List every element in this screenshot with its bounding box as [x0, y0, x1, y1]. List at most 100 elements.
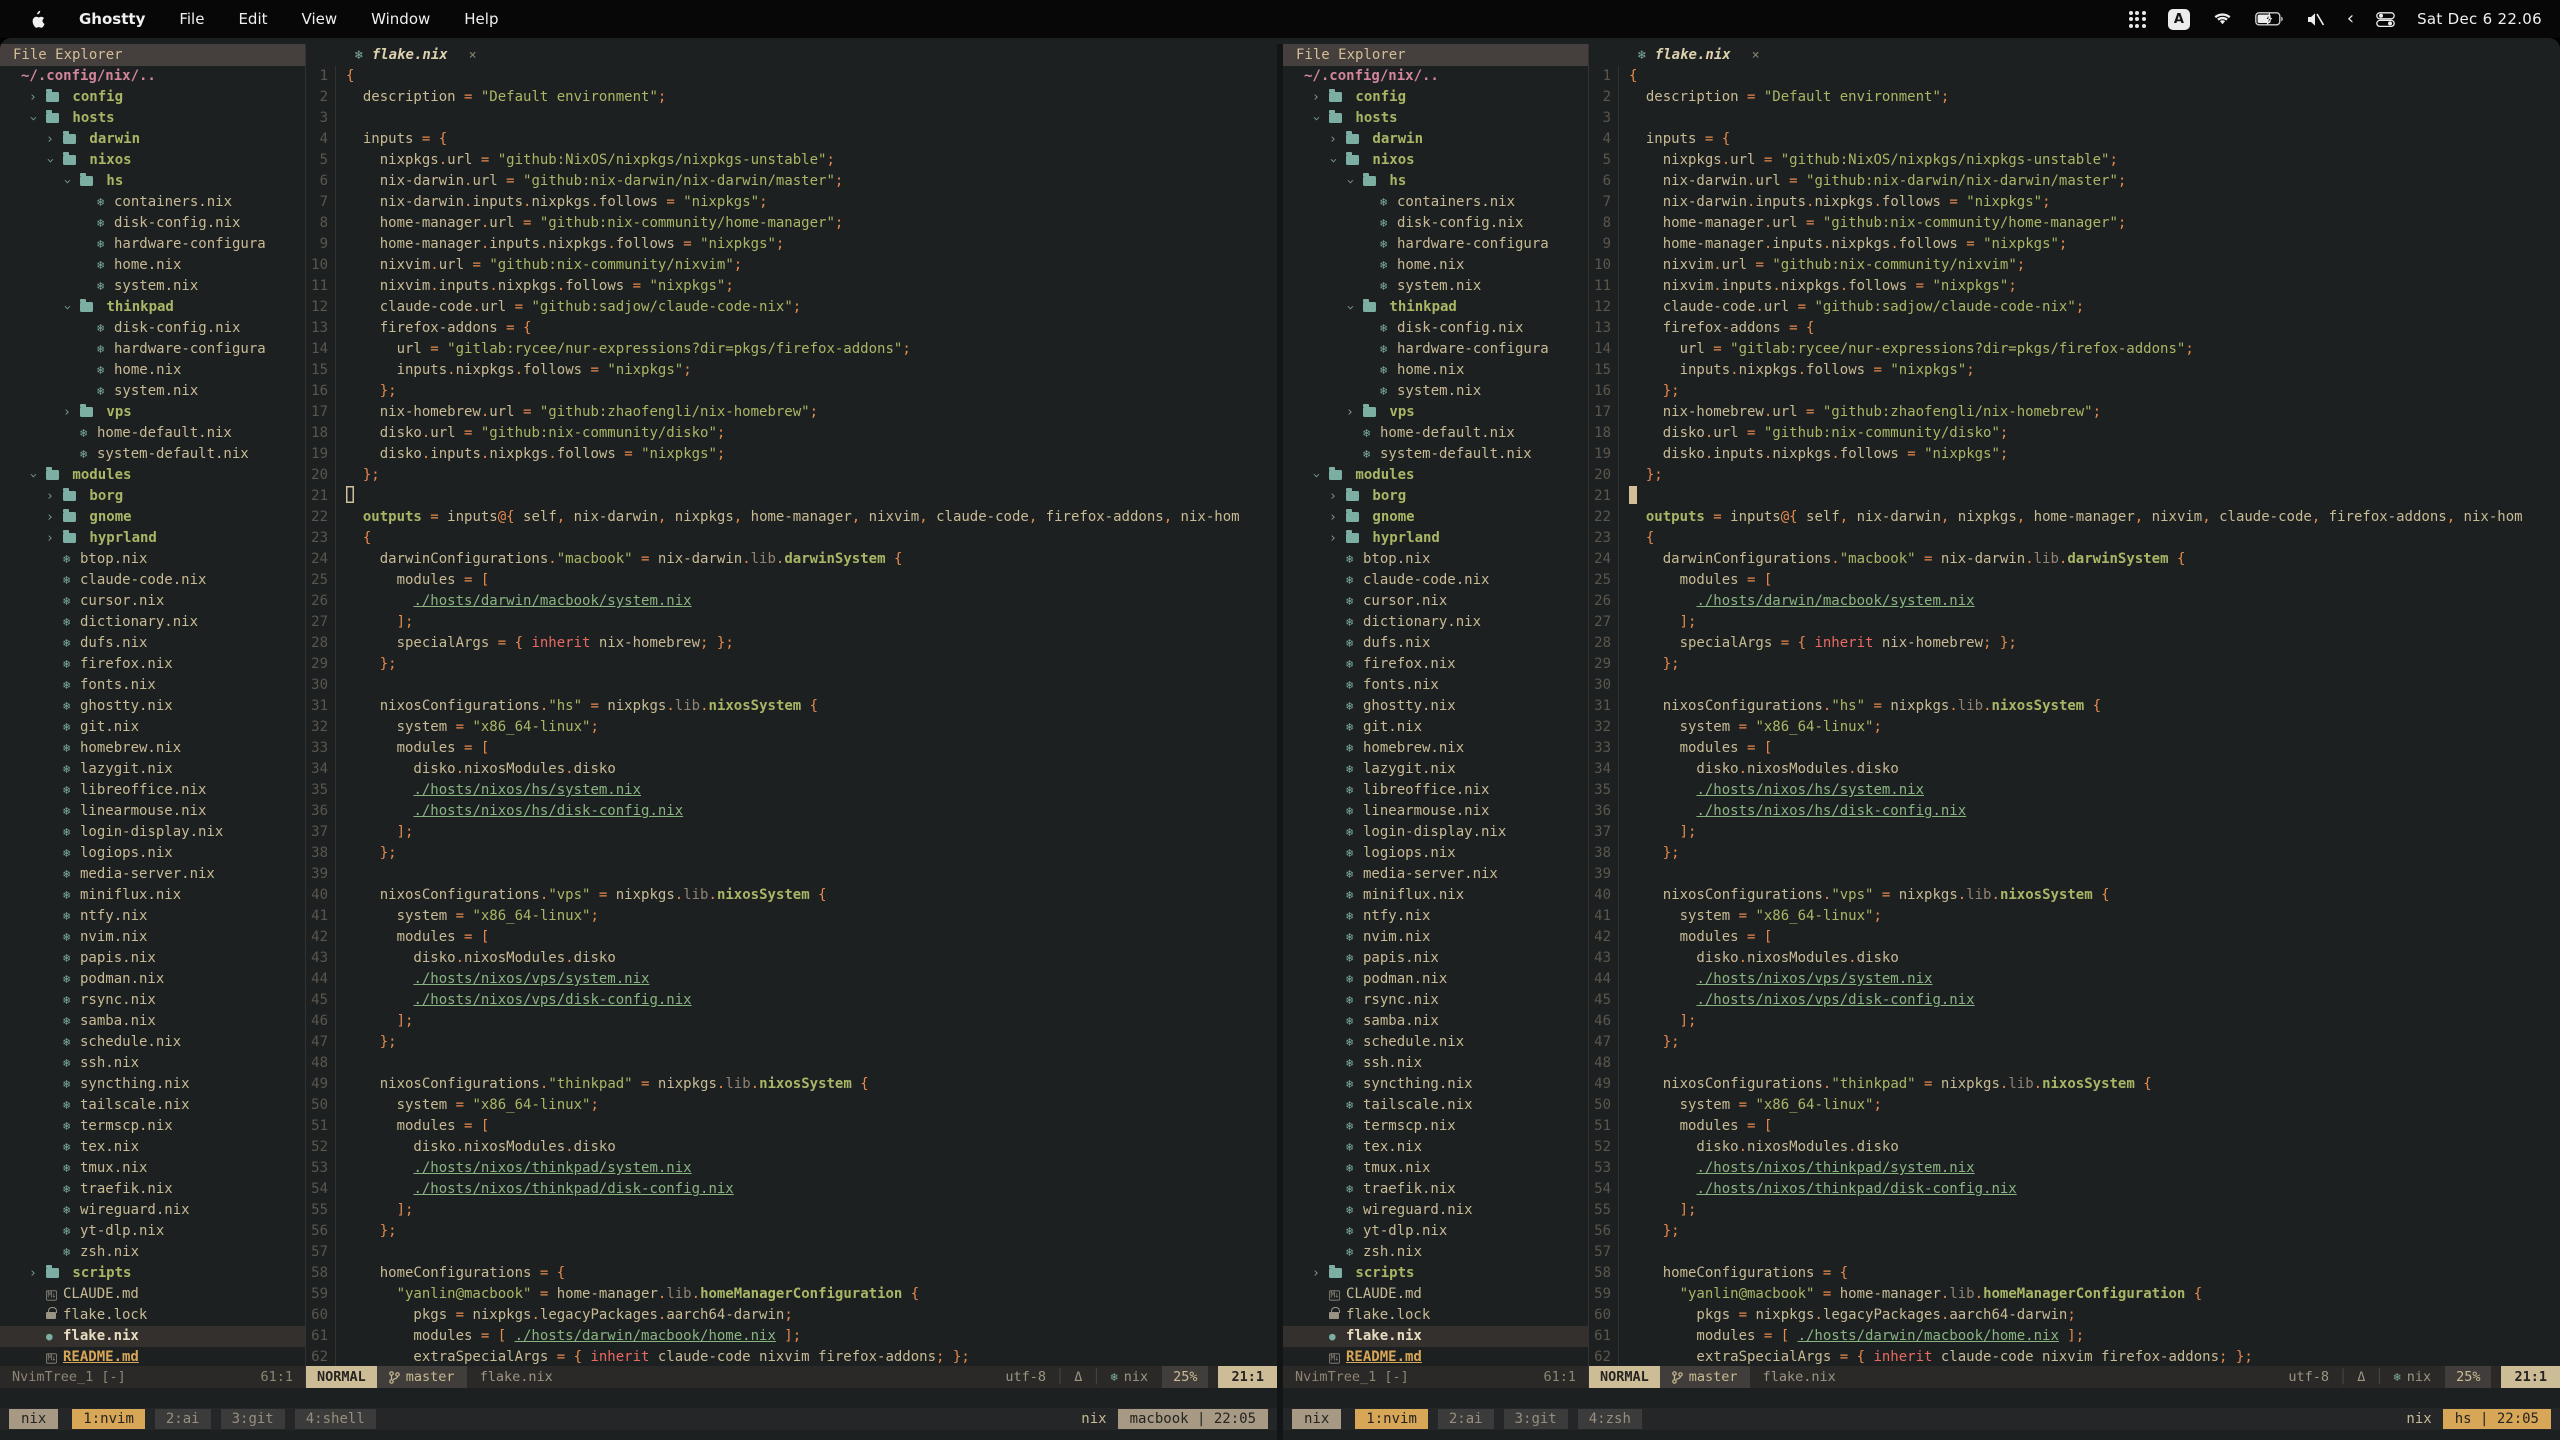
code-line[interactable]: 43 disko.nixosModules.disko	[306, 948, 1277, 969]
tree-item[interactable]: ❄homebrew.nix	[0, 738, 305, 759]
apps-grid-icon[interactable]	[2129, 11, 2146, 28]
tree-item[interactable]: ❄podman.nix	[0, 969, 305, 990]
code-line[interactable]: 15 inputs.nixpkgs.follows = "nixpkgs";	[306, 360, 1277, 381]
tree-item[interactable]: ❄ghostty.nix	[0, 696, 305, 717]
code-line[interactable]: 47 };	[1589, 1032, 2560, 1053]
tree-item[interactable]: ❄disk-config.nix	[1283, 213, 1588, 234]
tree-item[interactable]: ❄system-default.nix	[0, 444, 305, 465]
tree-item[interactable]: ❄home.nix	[0, 255, 305, 276]
tree-item[interactable]: ❄login-display.nix	[1283, 822, 1588, 843]
code-line[interactable]: 59 "yanlin@macbook" = home-manager.lib.h…	[1589, 1284, 2560, 1305]
code-line[interactable]: 22 outputs = inputs@{ self, nix-darwin, …	[1589, 507, 2560, 528]
code-line[interactable]: 27 ];	[306, 612, 1277, 633]
tree-item[interactable]: › gnome	[1283, 507, 1588, 528]
code-line[interactable]: 15 inputs.nixpkgs.follows = "nixpkgs";	[1589, 360, 2560, 381]
tree-item[interactable]: ❄lazygit.nix	[1283, 759, 1588, 780]
code-line[interactable]: 46 ];	[306, 1011, 1277, 1032]
tree-item[interactable]: › borg	[0, 486, 305, 507]
tree-item[interactable]: ❄traefik.nix	[0, 1179, 305, 1200]
tree-item[interactable]: ❄logiops.nix	[0, 843, 305, 864]
tmux-window-nvim[interactable]: 1:nvim	[72, 1409, 145, 1429]
code-line[interactable]: 34 disko.nixosModules.disko	[306, 759, 1277, 780]
code-line[interactable]: 26 ./hosts/darwin/macbook/system.nix	[1589, 591, 2560, 612]
code-line[interactable]: 51 modules = [	[306, 1116, 1277, 1137]
code-line[interactable]: 31 nixosConfigurations."hs" = nixpkgs.li…	[1589, 696, 2560, 717]
code-line[interactable]: 37 ];	[1589, 822, 2560, 843]
tree-item[interactable]: ❄linearmouse.nix	[1283, 801, 1588, 822]
terminal-pane-left[interactable]: File Explorer ❄ flake.nix × ~/.config/ni…	[0, 44, 1277, 1440]
tree-item[interactable]: ❄tex.nix	[0, 1137, 305, 1158]
tree-item[interactable]: ❄cursor.nix	[1283, 591, 1588, 612]
code-line[interactable]: 4 inputs = {	[306, 129, 1277, 150]
tree-item[interactable]: ❄system.nix	[1283, 381, 1588, 402]
tmux-window-shell[interactable]: 4:shell	[295, 1409, 376, 1429]
tree-item[interactable]: ❄tmux.nix	[0, 1158, 305, 1179]
menu-item-window[interactable]: Window	[371, 10, 430, 28]
tree-item[interactable]: ❄ghostty.nix	[1283, 696, 1588, 717]
tree-item[interactable]: › darwin	[0, 129, 305, 150]
tree-item[interactable]: ❄homebrew.nix	[1283, 738, 1588, 759]
tree-item[interactable]: ❄wireguard.nix	[1283, 1200, 1588, 1221]
tree-item[interactable]: ❄linearmouse.nix	[0, 801, 305, 822]
tree-item[interactable]: ❄dufs.nix	[0, 633, 305, 654]
tree-item[interactable]: › darwin	[1283, 129, 1588, 150]
menu-bar-clock[interactable]: Sat Dec 6 22.06	[2417, 10, 2542, 28]
tree-item[interactable]: ❄ntfy.nix	[1283, 906, 1588, 927]
code-line[interactable]: 52 disko.nixosModules.disko	[306, 1137, 1277, 1158]
tree-item[interactable]: ❄papis.nix	[0, 948, 305, 969]
code-line[interactable]: 22 outputs = inputs@{ self, nix-darwin, …	[306, 507, 1277, 528]
app-menu-title[interactable]: Ghostty	[79, 10, 145, 28]
tree-item[interactable]: ❄yt-dlp.nix	[1283, 1221, 1588, 1242]
tree-item[interactable]: ❄tailscale.nix	[0, 1095, 305, 1116]
tree-item[interactable]: ❄disk-config.nix	[0, 213, 305, 234]
tmux-window-nvim[interactable]: 1:nvim	[1355, 1409, 1428, 1429]
tree-item[interactable]: ❄rsync.nix	[1283, 990, 1588, 1011]
code-line[interactable]: 28 specialArgs = { inherit nix-homebrew;…	[306, 633, 1277, 654]
tree-item[interactable]: › config	[0, 87, 305, 108]
code-line[interactable]: 38 };	[306, 843, 1277, 864]
tree-item[interactable]: ❄termscp.nix	[1283, 1116, 1588, 1137]
tree-item[interactable]: › modules	[1283, 465, 1588, 486]
code-line[interactable]: 3	[1589, 108, 2560, 129]
tree-item[interactable]: ❄home.nix	[0, 360, 305, 381]
file-tree[interactable]: ~/.config/nix/..› config› hosts› darwin›…	[1283, 66, 1589, 1366]
code-line[interactable]: 30	[1589, 675, 2560, 696]
code-line[interactable]: 41 system = "x86_64-linux";	[306, 906, 1277, 927]
code-line[interactable]: 8 home-manager.url = "github:nix-communi…	[1589, 213, 2560, 234]
tree-item[interactable]: ❄zsh.nix	[0, 1242, 305, 1263]
code-line[interactable]: 53 ./hosts/nixos/thinkpad/system.nix	[306, 1158, 1277, 1179]
apple-menu-icon[interactable]	[30, 10, 45, 28]
code-line[interactable]: 5 nixpkgs.url = "github:NixOS/nixpkgs/ni…	[1589, 150, 2560, 171]
tree-item[interactable]: › nixos	[0, 150, 305, 171]
code-line[interactable]: 59 "yanlin@macbook" = home-manager.lib.h…	[306, 1284, 1277, 1305]
tree-item[interactable]: › scripts	[1283, 1263, 1588, 1284]
code-line[interactable]: 52 disko.nixosModules.disko	[1589, 1137, 2560, 1158]
code-line[interactable]: 10 nixvim.url = "github:nix-community/ni…	[306, 255, 1277, 276]
code-line[interactable]: 6 nix-darwin.url = "github:nix-darwin/ni…	[306, 171, 1277, 192]
code-line[interactable]: 62 extraSpecialArgs = { inherit claude-c…	[1589, 1347, 2560, 1366]
tree-item[interactable]: ❄tex.nix	[1283, 1137, 1588, 1158]
code-line[interactable]: 53 ./hosts/nixos/thinkpad/system.nix	[1589, 1158, 2560, 1179]
code-line[interactable]: 58 homeConfigurations = {	[306, 1263, 1277, 1284]
code-line[interactable]: 56 };	[1589, 1221, 2560, 1242]
tree-item[interactable]: ❄media-server.nix	[1283, 864, 1588, 885]
code-line[interactable]: 5 nixpkgs.url = "github:NixOS/nixpkgs/ni…	[306, 150, 1277, 171]
tree-root[interactable]: ~/.config/nix/..	[0, 66, 305, 87]
tree-item[interactable]: ❄libreoffice.nix	[0, 780, 305, 801]
code-line[interactable]: 10 nixvim.url = "github:nix-community/ni…	[1589, 255, 2560, 276]
code-line[interactable]: 60 pkgs = nixpkgs.legacyPackages.aarch64…	[306, 1305, 1277, 1326]
code-line[interactable]: 47 };	[306, 1032, 1277, 1053]
tree-item[interactable]: ❄zsh.nix	[1283, 1242, 1588, 1263]
tree-item[interactable]: ❄samba.nix	[0, 1011, 305, 1032]
tree-item[interactable]: › modules	[0, 465, 305, 486]
tree-item[interactable]: ❄claude-code.nix	[0, 570, 305, 591]
tree-item[interactable]: › hyprland	[0, 528, 305, 549]
code-line[interactable]: 45 ./hosts/nixos/vps/disk-config.nix	[306, 990, 1277, 1011]
menu-item-view[interactable]: View	[302, 10, 338, 28]
tree-item[interactable]: ❄claude-code.nix	[1283, 570, 1588, 591]
code-line[interactable]: 49 nixosConfigurations."thinkpad" = nixp…	[306, 1074, 1277, 1095]
code-line[interactable]: 43 disko.nixosModules.disko	[1589, 948, 2560, 969]
code-line[interactable]: 44 ./hosts/nixos/vps/system.nix	[306, 969, 1277, 990]
code-line[interactable]: 27 ];	[1589, 612, 2560, 633]
tree-item[interactable]: ❄yt-dlp.nix	[0, 1221, 305, 1242]
